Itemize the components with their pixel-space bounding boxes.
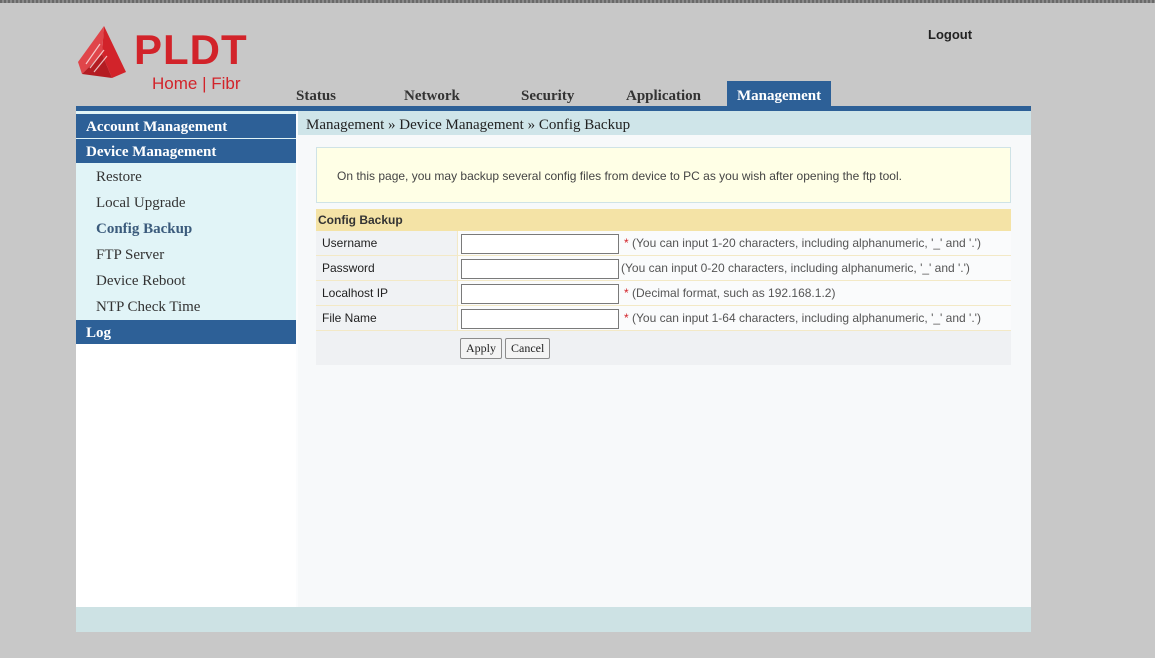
file-name-hint: * (You can input 1-64 characters, includ… [624, 306, 981, 330]
file-name-cell: * (You can input 1-64 characters, includ… [457, 306, 1011, 330]
form-row-localhost-ip: Localhost IP * (Decimal format, such as … [316, 281, 1011, 306]
tab-management[interactable]: Management [727, 81, 832, 106]
info-message: On this page, you may backup several con… [316, 147, 1011, 203]
sidebar-section-device-management[interactable]: Device Management [76, 139, 296, 163]
breadcrumb: Management » Device Management » Config … [298, 111, 1031, 135]
sidebar-section-log[interactable]: Log [76, 320, 296, 344]
required-marker: * [624, 236, 629, 250]
config-backup-form: Config Backup Username * (You can input … [316, 209, 1011, 365]
username-label: Username [316, 231, 456, 255]
file-name-label: File Name [316, 306, 456, 330]
form-row-username: Username * (You can input 1-20 character… [316, 231, 1011, 256]
form-row-password: Password (You can input 0-20 characters,… [316, 256, 1011, 281]
username-cell: * (You can input 1-20 characters, includ… [457, 231, 1011, 255]
tab-network[interactable]: Network [404, 81, 460, 106]
sidebar-item-device-reboot[interactable]: Device Reboot [96, 270, 186, 292]
required-marker: * [624, 311, 629, 325]
password-cell: (You can input 0-20 characters, includin… [457, 256, 1011, 280]
sidebar-item-restore[interactable]: Restore [96, 166, 142, 188]
logo-wordmark: PLDT [134, 26, 248, 73]
tab-application[interactable]: Application [626, 81, 701, 106]
localhost-ip-hint-text: (Decimal format, such as 192.168.1.2) [632, 286, 836, 300]
password-field[interactable] [461, 259, 619, 279]
tab-security[interactable]: Security [521, 81, 574, 106]
username-hint: * (You can input 1-20 characters, includ… [624, 231, 981, 255]
pldt-logo: PLDT Home | Fibr [74, 24, 274, 96]
localhost-ip-cell: * (Decimal format, such as 192.168.1.2) [457, 281, 1011, 305]
localhost-ip-field[interactable] [461, 284, 619, 304]
form-row-file-name: File Name * (You can input 1-64 characte… [316, 306, 1011, 331]
main-panel: Account Management Device Management Res… [76, 111, 1031, 632]
form-title: Config Backup [316, 209, 1011, 231]
tab-status[interactable]: Status [296, 81, 336, 106]
password-hint-text: (You can input 0-20 characters, includin… [621, 261, 970, 275]
password-label: Password [316, 256, 456, 280]
required-marker: * [624, 286, 629, 300]
content-area: On this page, you may backup several con… [298, 135, 1031, 607]
password-hint: (You can input 0-20 characters, includin… [621, 256, 970, 280]
logo-subtitle: Home | Fibr [152, 74, 241, 93]
sidebar-item-config-backup[interactable]: Config Backup [96, 218, 192, 240]
localhost-ip-hint: * (Decimal format, such as 192.168.1.2) [624, 281, 835, 305]
cancel-button[interactable]: Cancel [505, 338, 551, 359]
sidebar: Account Management Device Management Res… [76, 111, 296, 607]
file-name-hint-text: (You can input 1-64 characters, includin… [632, 311, 981, 325]
logout-link[interactable]: Logout [928, 27, 972, 42]
footer-bar [76, 607, 1031, 632]
sidebar-item-local-upgrade[interactable]: Local Upgrade [96, 192, 186, 214]
sidebar-empty-area [76, 344, 296, 607]
sidebar-item-ftp-server[interactable]: FTP Server [96, 244, 164, 266]
pldt-logo-mark-icon [78, 26, 126, 78]
username-field[interactable] [461, 234, 619, 254]
sidebar-section-account-management[interactable]: Account Management [76, 114, 296, 138]
window-top-border [0, 0, 1155, 3]
apply-button[interactable]: Apply [460, 338, 502, 359]
sidebar-item-ntp-check-time[interactable]: NTP Check Time [96, 296, 200, 318]
file-name-field[interactable] [461, 309, 619, 329]
localhost-ip-label: Localhost IP [316, 281, 456, 305]
username-hint-text: (You can input 1-20 characters, includin… [632, 236, 981, 250]
